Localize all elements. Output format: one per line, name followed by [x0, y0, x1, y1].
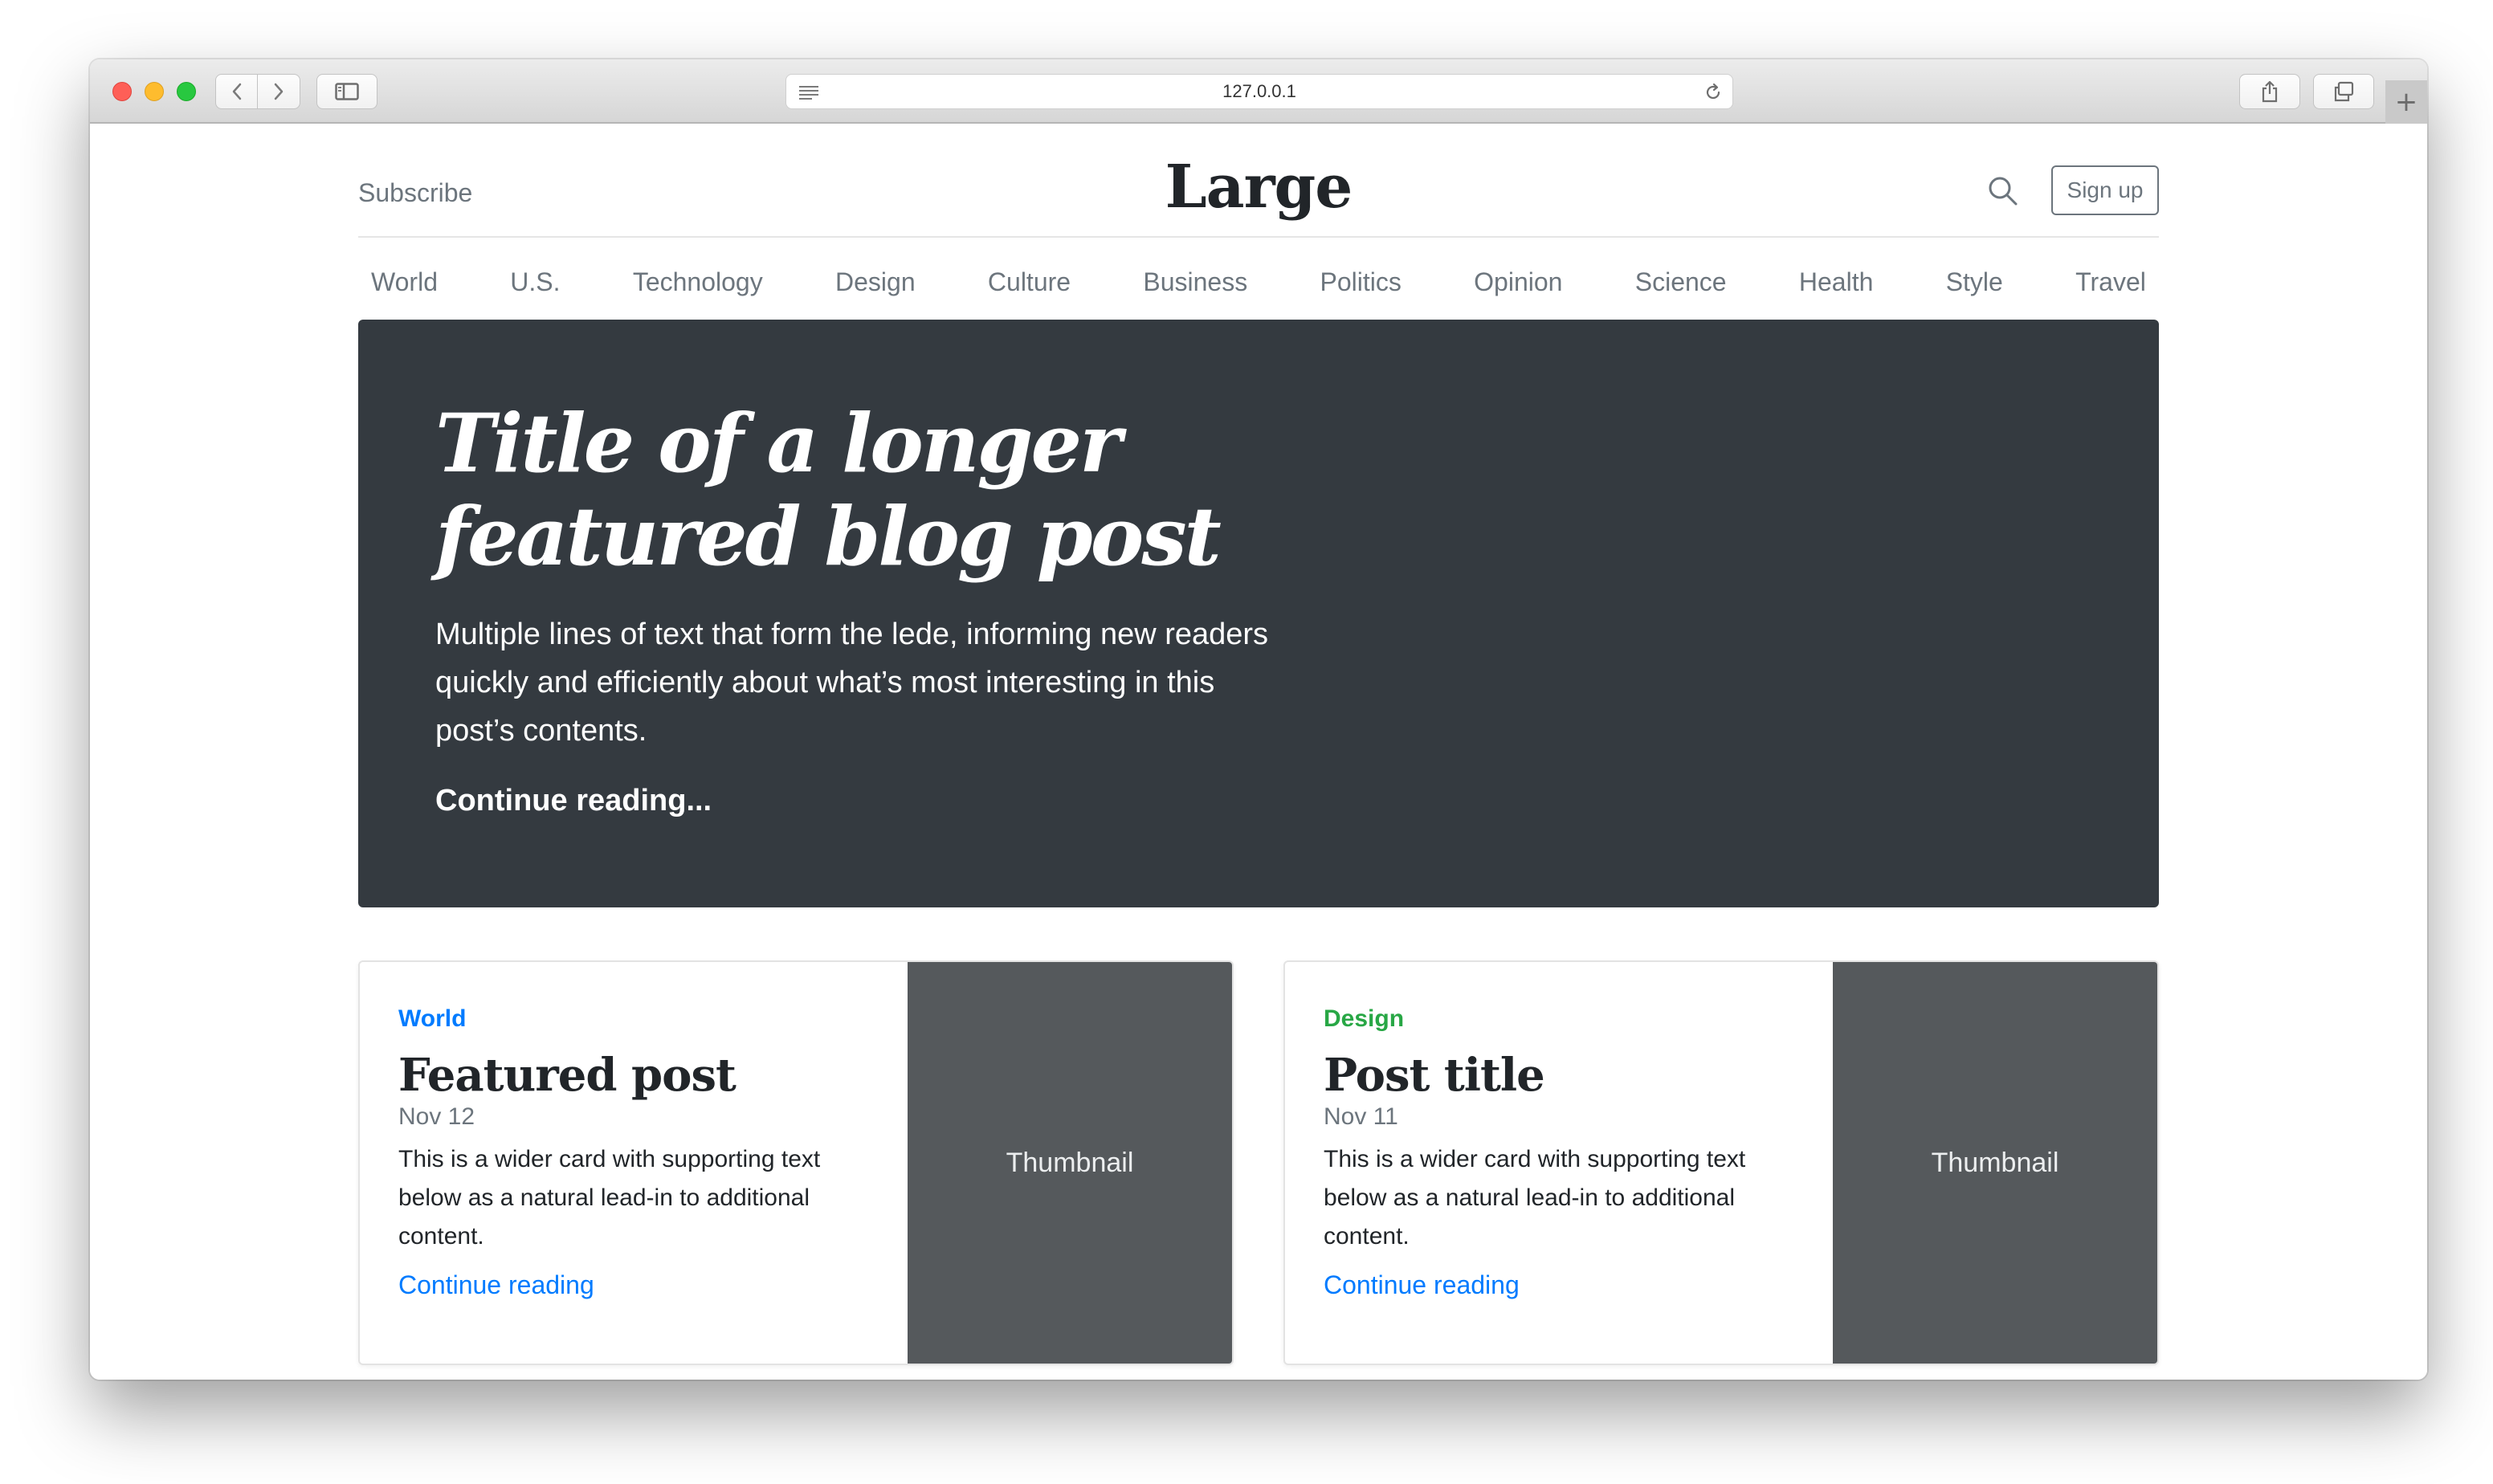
- hero-title-line-1: Title of a longer: [435, 396, 1122, 491]
- category-nav: World U.S. Technology Design Culture Bus…: [358, 254, 2159, 310]
- chevron-left-icon: [232, 83, 241, 100]
- card-title: Featured post: [398, 1049, 736, 1102]
- card-continue-link[interactable]: Continue reading: [1324, 1270, 1520, 1300]
- minimize-window-button[interactable]: [145, 82, 164, 101]
- share-icon: [2262, 80, 2278, 103]
- card-category: Design: [1324, 1005, 1405, 1032]
- history-nav: [215, 74, 300, 109]
- nav-link-health[interactable]: Health: [1799, 267, 1874, 297]
- nav-link-culture[interactable]: Culture: [988, 267, 1071, 297]
- thumbnail-label: Thumbnail: [1931, 1147, 2059, 1178]
- card-thumbnail: Thumbnail: [1833, 962, 2157, 1364]
- hero-lede: Multiple lines of text that form the led…: [435, 618, 1269, 748]
- search-icon: [1989, 177, 2018, 206]
- browser-window: 127.0.0.1 + Subscribe Large Sign up Worl…: [90, 59, 2427, 1380]
- sidebar-icon: [335, 83, 359, 100]
- nav-link-politics[interactable]: Politics: [1320, 267, 1402, 297]
- site-header: Subscribe Large Sign up: [358, 153, 2159, 238]
- address-bar[interactable]: 127.0.0.1: [785, 74, 1733, 109]
- chevron-right-icon: [274, 83, 284, 100]
- hero-title: Title of a longer featured blog post: [435, 397, 1319, 583]
- card-text: This is a wider card with supporting tex…: [398, 1146, 821, 1250]
- url-text: 127.0.0.1: [1222, 81, 1296, 101]
- nav-link-science[interactable]: Science: [1635, 267, 1727, 297]
- tabs-icon: [2334, 81, 2354, 102]
- nav-link-business[interactable]: Business: [1143, 267, 1247, 297]
- hero-title-line-2: featured blog post: [435, 489, 1222, 584]
- nav-link-travel[interactable]: Travel: [2075, 267, 2146, 297]
- zoom-window-button[interactable]: [177, 82, 196, 101]
- nav-link-design[interactable]: Design: [835, 267, 916, 297]
- card-category: World: [398, 1005, 467, 1032]
- forward-button[interactable]: [258, 75, 300, 108]
- card-title: Post title: [1324, 1049, 1545, 1102]
- card-date: Nov 12: [398, 1103, 475, 1130]
- card-text: This is a wider card with supporting tex…: [1324, 1146, 1746, 1250]
- nav-link-opinion[interactable]: Opinion: [1474, 267, 1562, 297]
- nav-link-style[interactable]: Style: [1946, 267, 2003, 297]
- card-thumbnail: Thumbnail: [908, 962, 1232, 1364]
- back-button[interactable]: [216, 75, 258, 108]
- post-card: World Featured post Nov 12 This is a wid…: [358, 960, 1234, 1365]
- reload-icon[interactable]: [1703, 83, 1723, 102]
- close-window-button[interactable]: [112, 82, 132, 101]
- nav-link-us[interactable]: U.S.: [510, 267, 560, 297]
- nav-link-world[interactable]: World: [371, 267, 438, 297]
- hero-continue-link[interactable]: Continue reading...: [435, 784, 712, 818]
- card-body: Design Post title Nov 11 This is a wider…: [1324, 1005, 1805, 1300]
- site-logo[interactable]: Large: [358, 153, 2159, 222]
- reader-icon[interactable]: [798, 84, 820, 100]
- new-tab-button[interactable]: +: [2385, 80, 2427, 124]
- post-card: Design Post title Nov 11 This is a wider…: [1283, 960, 2159, 1365]
- show-tabs-button[interactable]: [2313, 74, 2374, 109]
- thumbnail-label: Thumbnail: [1006, 1147, 1134, 1178]
- featured-hero: Title of a longer featured blog post Mul…: [358, 320, 2159, 907]
- browser-toolbar: 127.0.0.1 +: [90, 59, 2427, 124]
- card-body: World Featured post Nov 12 This is a wid…: [398, 1005, 880, 1300]
- sidebar-toggle-button[interactable]: [316, 74, 377, 109]
- page-viewport: Subscribe Large Sign up World U.S. Techn…: [90, 124, 2427, 1380]
- card-continue-link[interactable]: Continue reading: [398, 1270, 594, 1300]
- plus-icon: +: [2394, 86, 2418, 118]
- card-date: Nov 11: [1324, 1103, 1398, 1130]
- nav-link-technology[interactable]: Technology: [633, 267, 763, 297]
- share-button[interactable]: [2239, 74, 2300, 109]
- sign-up-button[interactable]: Sign up: [2051, 165, 2159, 215]
- search-button[interactable]: [1987, 175, 2019, 207]
